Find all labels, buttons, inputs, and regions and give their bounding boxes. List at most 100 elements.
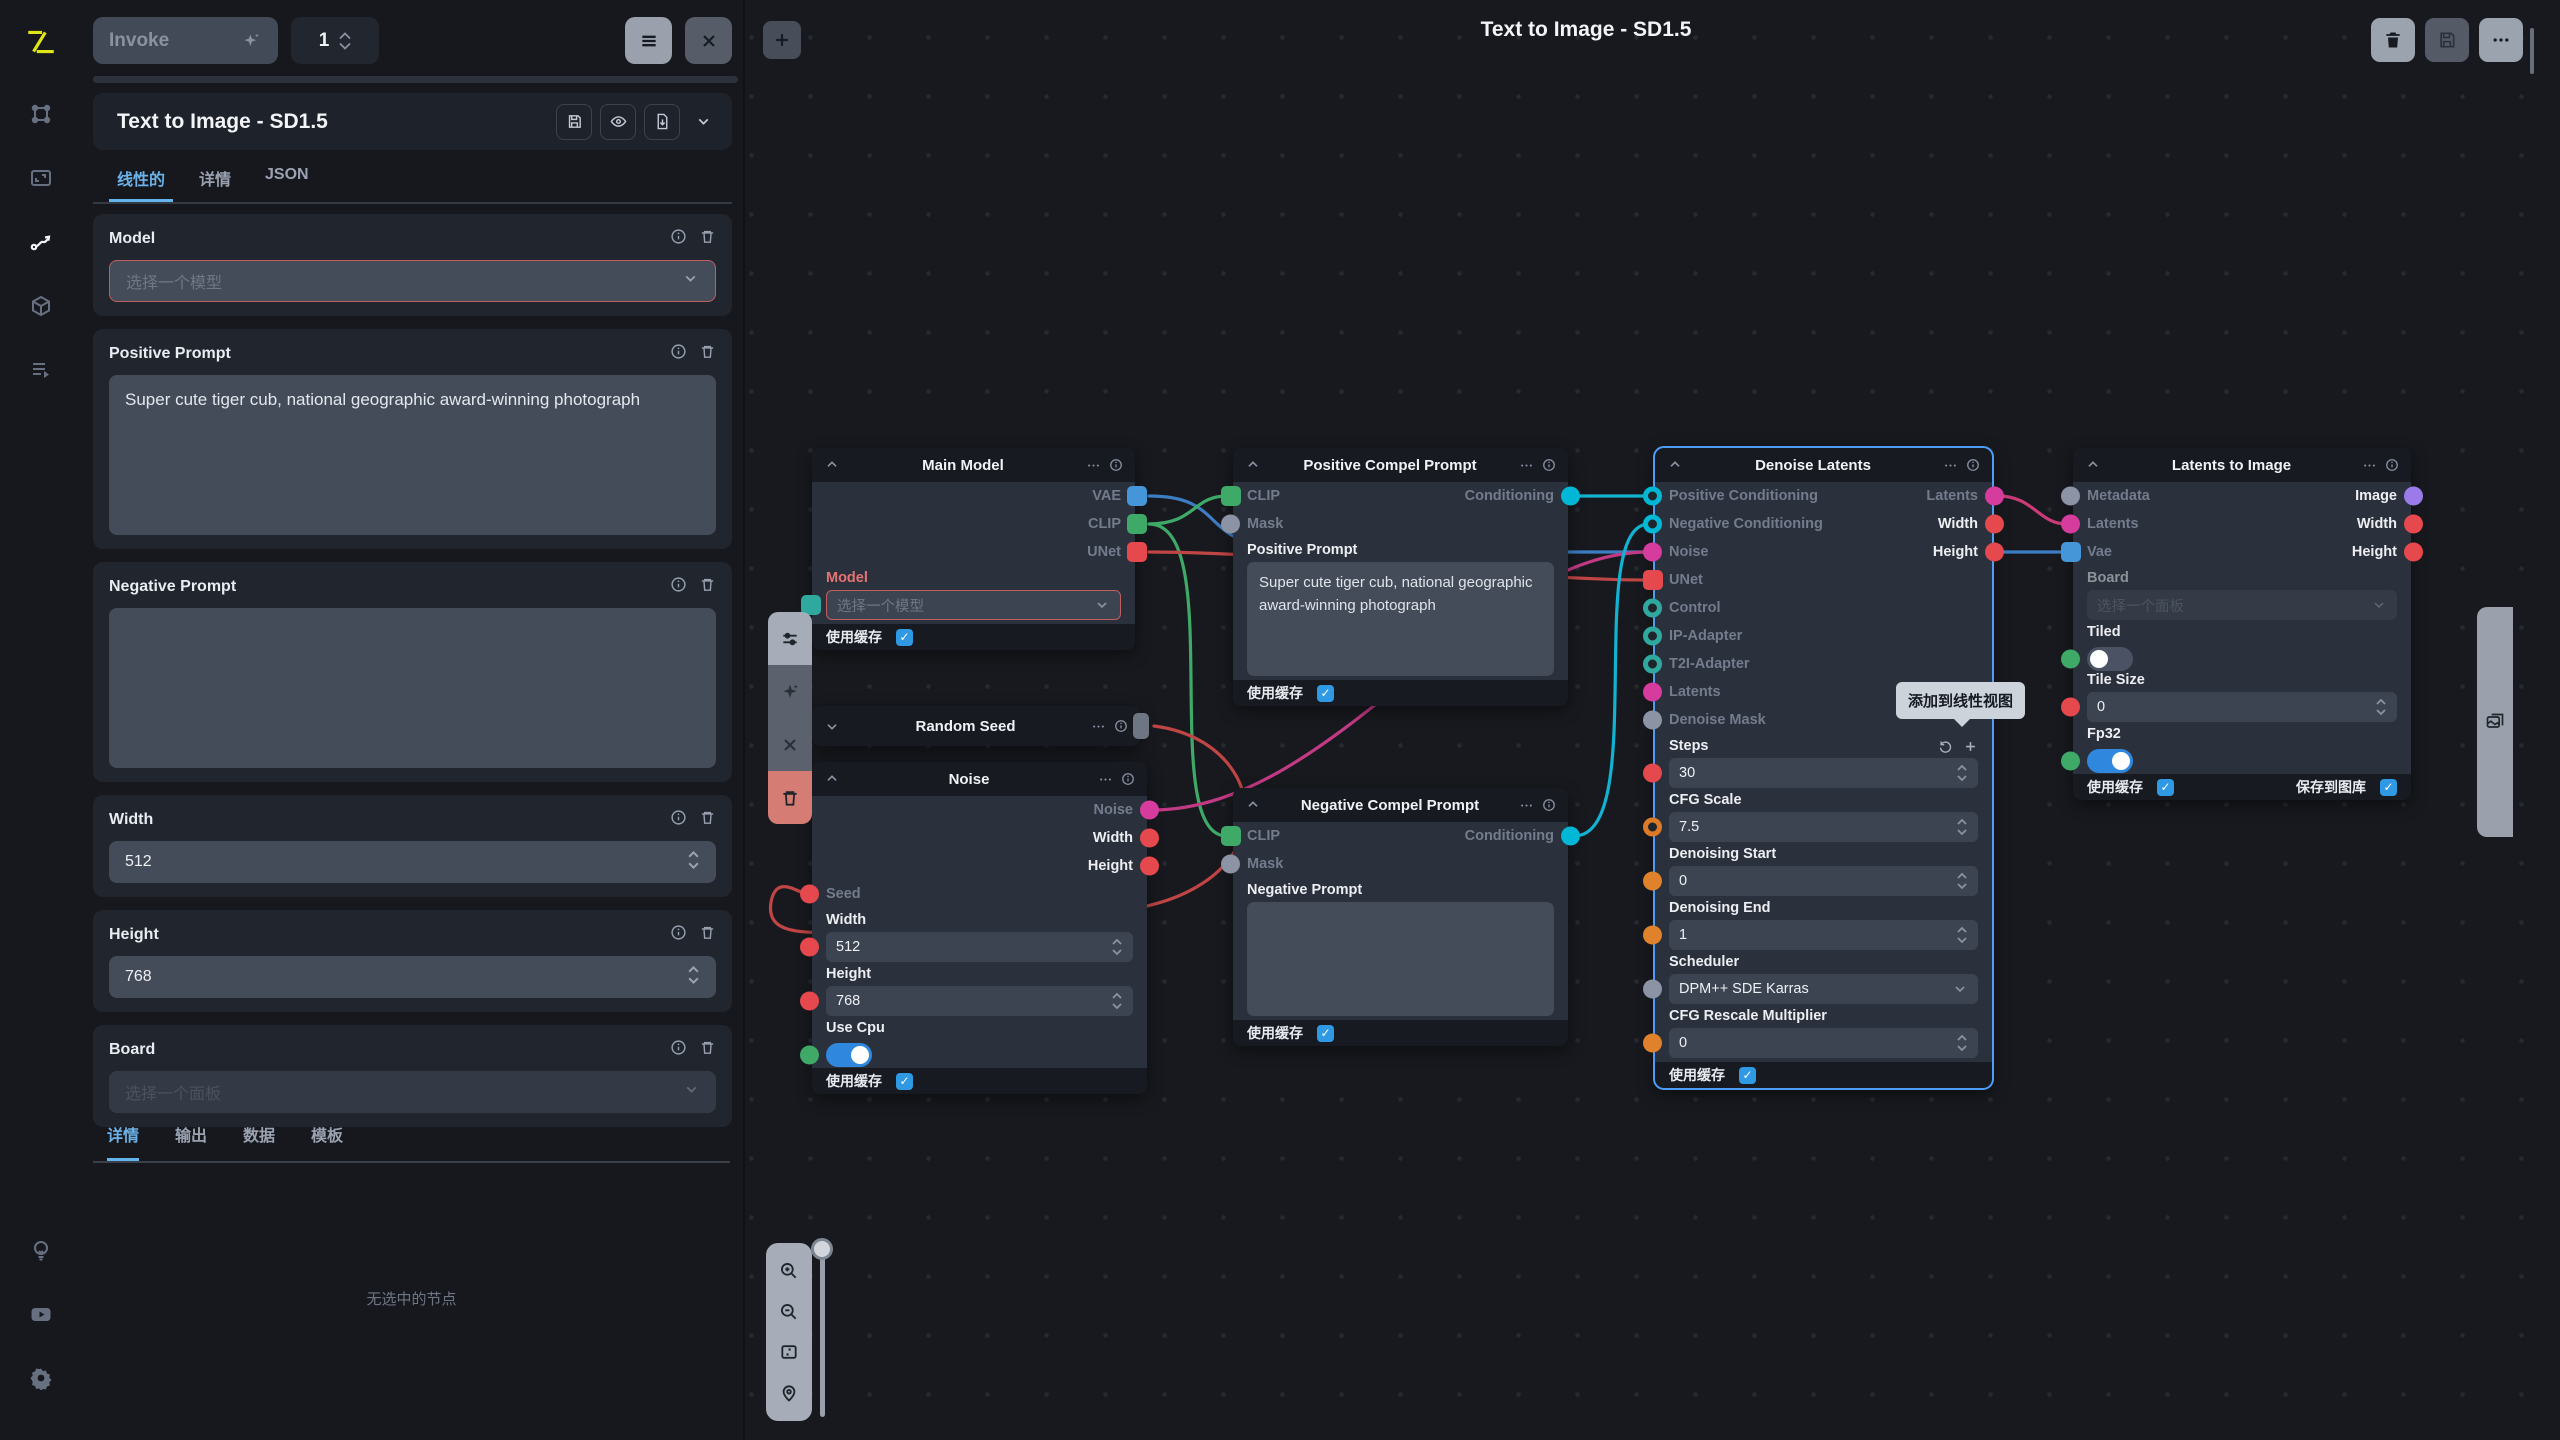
unet-input-handle[interactable] <box>1643 570 1663 590</box>
height-output-handle[interactable] <box>1985 543 2004 562</box>
gallery-panel-handle[interactable] <box>2477 607 2513 837</box>
collapse-node-icon[interactable] <box>824 457 840 473</box>
stepper-icons[interactable] <box>2375 696 2387 718</box>
board-select[interactable]: 选择一个面板 <box>2087 590 2397 620</box>
tab-inspector-outputs[interactable]: 输出 <box>175 1122 207 1161</box>
tile-size-number-input[interactable]: 0 <box>2087 692 2397 722</box>
collapsed-output-handle[interactable] <box>1133 713 1149 739</box>
node-menu-icon[interactable] <box>1086 458 1101 473</box>
remove-field-icon[interactable] <box>699 1039 716 1061</box>
image-output-handle[interactable] <box>2404 487 2423 506</box>
height-number-input[interactable]: 768 <box>826 986 1133 1016</box>
denoise-mask-input-handle[interactable] <box>1643 711 1662 730</box>
tab-workflows-icon[interactable] <box>19 220 63 264</box>
vae-output-handle[interactable] <box>1127 486 1147 506</box>
settings-gear-icon[interactable] <box>19 1356 63 1400</box>
height-input-handle[interactable] <box>800 992 819 1011</box>
metadata-input-handle[interactable] <box>2061 487 2080 506</box>
tile-size-input-handle[interactable] <box>2061 698 2080 717</box>
zoom-slider-track[interactable] <box>820 1249 825 1417</box>
cfg-rescale-multiplier-number-input[interactable]: 0 <box>1669 1028 1978 1058</box>
negative-conditioning-input-handle[interactable] <box>1643 515 1662 534</box>
footer-checkbox[interactable]: ✓ <box>896 1073 913 1090</box>
tips-lightbulb-icon[interactable] <box>19 1228 63 1272</box>
vae-input-handle[interactable] <box>2061 542 2081 562</box>
stepper-icons[interactable] <box>1956 816 1968 838</box>
cfg-scale-input-handle[interactable] <box>1643 818 1662 837</box>
width-output-handle[interactable] <box>1140 829 1159 848</box>
use-cpu-toggle[interactable] <box>826 1043 872 1067</box>
scheduler-select[interactable]: DPM++ SDE Karras <box>1669 974 1978 1004</box>
fit-to-view-icon[interactable] <box>779 1342 799 1362</box>
stepper-icons[interactable] <box>1111 936 1123 958</box>
tab-json[interactable]: JSON <box>265 166 309 202</box>
ip-adapter-input-handle[interactable] <box>1643 627 1662 646</box>
noise-input-handle[interactable] <box>1643 543 1662 562</box>
footer-checkbox[interactable]: ✓ <box>896 629 913 646</box>
scheduler-input-handle[interactable] <box>1643 980 1662 999</box>
tab-linear[interactable]: 线性的 <box>117 166 165 202</box>
tab-models-icon[interactable] <box>19 284 63 328</box>
add-node-button[interactable] <box>763 21 801 59</box>
workflow-title-expand-button[interactable] <box>688 104 718 140</box>
latents-output-handle[interactable] <box>1985 487 2004 506</box>
tab-queue-icon[interactable] <box>19 348 63 392</box>
width-number-input[interactable]: 512 <box>826 932 1133 962</box>
tab-inspector-template[interactable]: 模板 <box>311 1122 343 1161</box>
stepper-icons[interactable] <box>1956 870 1968 892</box>
denoising-start-input-handle[interactable] <box>1643 872 1662 891</box>
node-invoke-button[interactable] <box>768 665 812 718</box>
tab-canvas-icon[interactable] <box>19 156 63 200</box>
footer-checkbox[interactable]: ✓ <box>2380 779 2397 796</box>
tiled-input-handle[interactable] <box>2061 650 2080 669</box>
footer-checkbox[interactable]: ✓ <box>1317 1025 1334 1042</box>
positive-prompt-textarea[interactable]: Super cute tiger cub, national geographi… <box>1247 562 1554 676</box>
denoising-end-number-input[interactable]: 1 <box>1669 920 1978 950</box>
node-negative-compel-prompt[interactable]: Negative Compel PromptCLIPConditioningMa… <box>1233 788 1568 1046</box>
negative-prompt-textarea[interactable] <box>109 608 716 768</box>
tab-details[interactable]: 详情 <box>199 166 231 202</box>
stepper-icons[interactable] <box>687 848 700 877</box>
info-icon[interactable] <box>670 228 687 250</box>
node-menu-icon[interactable] <box>1098 772 1113 787</box>
steps-number-input[interactable]: 30 <box>1669 758 1978 788</box>
node-latents-to-image[interactable]: Latents to ImageMetadataImageLatentsWidt… <box>2073 448 2411 800</box>
node-cancel-button[interactable] <box>768 718 812 771</box>
cancel-queue-button[interactable] <box>685 17 732 64</box>
positive-conditioning-input-handle[interactable] <box>1643 487 1662 506</box>
node-settings-button[interactable] <box>768 612 812 665</box>
queue-menu-button[interactable] <box>625 17 672 64</box>
info-icon[interactable] <box>670 343 687 365</box>
zoom-out-icon[interactable] <box>779 1302 799 1322</box>
steps-input-handle[interactable] <box>1643 764 1662 783</box>
conditioning-output-handle[interactable] <box>1561 827 1580 846</box>
conditioning-output-handle[interactable] <box>1561 487 1580 506</box>
workflow-menu-button[interactable] <box>2479 18 2523 62</box>
latents-input-handle[interactable] <box>1643 683 1662 702</box>
footer-checkbox[interactable]: ✓ <box>1317 685 1334 702</box>
collapse-node-icon[interactable] <box>1245 797 1261 813</box>
noise-output-handle[interactable] <box>1140 801 1159 820</box>
node-positive-compel-prompt[interactable]: Positive Compel PromptCLIPConditioningMa… <box>1233 448 1568 706</box>
node-menu-icon[interactable] <box>1519 798 1534 813</box>
control-input-handle[interactable] <box>1643 599 1662 618</box>
node-denoise-latents[interactable]: Denoise LatentsPositive ConditioningLate… <box>1655 448 1992 1088</box>
node-main-model[interactable]: Main ModelVAECLIPUNetModel选择一个模型使用缓存✓ <box>812 448 1135 650</box>
fp32-input-handle[interactable] <box>2061 752 2080 771</box>
remove-field-icon[interactable] <box>699 576 716 598</box>
model-select[interactable]: 选择一个模型 <box>826 590 1121 620</box>
node-menu-icon[interactable] <box>1519 458 1534 473</box>
collapse-node-icon[interactable] <box>824 718 840 734</box>
queue-count-stepper[interactable]: 1 <box>291 17 379 64</box>
use-cpu-input-handle[interactable] <box>800 1046 819 1065</box>
clip-output-handle[interactable] <box>1127 514 1147 534</box>
export-workflow-button[interactable] <box>644 104 680 140</box>
zoom-slider-thumb[interactable] <box>811 1238 833 1260</box>
t2i-adapter-input-handle[interactable] <box>1643 655 1662 674</box>
fp32-toggle[interactable] <box>2087 749 2133 773</box>
stepper-icons[interactable] <box>1111 990 1123 1012</box>
denoising-start-number-input[interactable]: 0 <box>1669 866 1978 896</box>
tab-generation-icon[interactable] <box>19 92 63 136</box>
clip-input-handle[interactable] <box>1221 826 1241 846</box>
add-to-linear-view-icon[interactable] <box>1963 739 1978 754</box>
